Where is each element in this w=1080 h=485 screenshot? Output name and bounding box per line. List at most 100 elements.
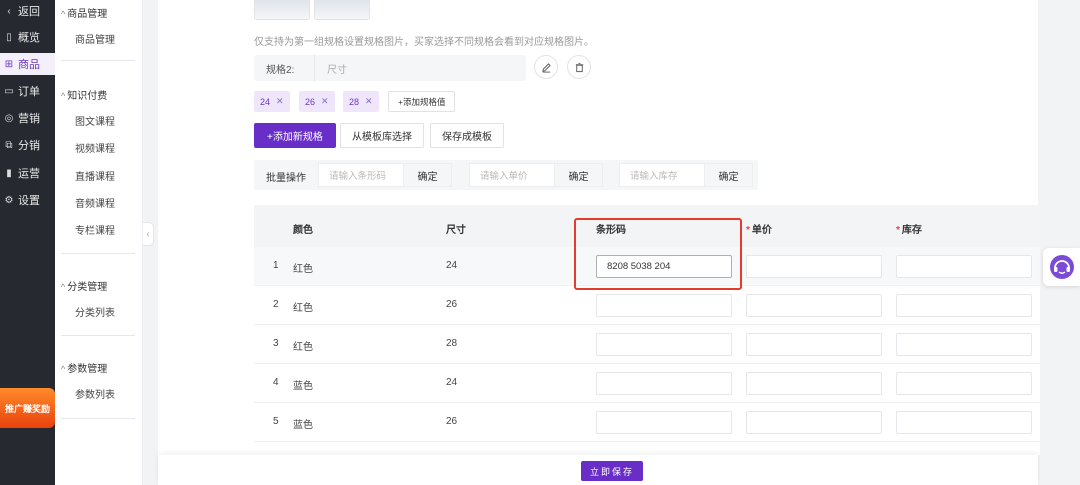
spec-image-thumbnail[interactable] [314, 0, 370, 20]
barcode-input[interactable] [596, 333, 732, 356]
batch-barcode-input[interactable]: 请输入条形码 [318, 163, 404, 187]
stock-input[interactable] [896, 255, 1032, 278]
batch-stock-confirm-button[interactable]: 确定 [705, 163, 753, 187]
price-input[interactable] [746, 255, 882, 278]
required-mark: * [746, 225, 750, 236]
nav-label: 订单 [18, 86, 40, 98]
row-index: 5 [273, 416, 279, 427]
nav-marketing[interactable]: ◎ 营销 [0, 107, 55, 129]
sub-item-text-course[interactable]: 图文课程 [75, 113, 115, 128]
barcode-highlight-box [574, 218, 742, 290]
sub-item-audio-course[interactable]: 音频课程 [75, 195, 115, 210]
batch-price-input[interactable]: 请输入单价 [469, 163, 555, 187]
group-title: 参数管理 [67, 364, 108, 375]
row-color: 蓝色 [293, 420, 313, 431]
main-nav: ‹ 返回 ▯ 概览 ⊞ 商品 ▭ 订单 ◎ 营销 ⧉ 分销 ▮ 运营 ⚙ 设置 推广赚奖励 [0, 0, 55, 485]
table-row: 4 蓝色 24 [254, 364, 1040, 403]
select-from-template-button[interactable]: 从模板库选择 [340, 123, 424, 148]
nav-label: 设置 [18, 195, 40, 207]
sub-item-video-course[interactable]: 视频课程 [75, 140, 115, 155]
delete-spec-button[interactable] [567, 55, 591, 79]
sub-item-goods-manage[interactable]: 商品管理 [75, 31, 115, 46]
row-index: 1 [273, 260, 279, 271]
sub-item-live-course[interactable]: 直播课程 [75, 168, 115, 183]
row-size: 28 [446, 338, 458, 349]
headset-icon [1049, 255, 1074, 279]
row-index: 3 [273, 338, 279, 349]
menu-group-params[interactable]: ^ 参数管理 [61, 360, 107, 375]
divider [61, 60, 135, 61]
sub-item-column-course[interactable]: 专栏课程 [75, 222, 115, 237]
sub-item-param-list[interactable]: 参数列表 [75, 386, 115, 401]
stock-input[interactable] [896, 411, 1032, 434]
spec-value-tag: 24 ✕ [254, 91, 290, 112]
close-icon[interactable]: ✕ [365, 96, 373, 107]
row-size: 24 [446, 260, 458, 271]
overview-icon: ▯ [6, 31, 12, 43]
price-input[interactable] [746, 333, 882, 356]
row-size: 24 [446, 377, 458, 388]
price-input[interactable] [746, 411, 882, 434]
save-now-button[interactable]: 立即保存 [581, 461, 643, 481]
nav-operation[interactable]: ▮ 运营 [0, 162, 55, 184]
row-color: 红色 [293, 264, 313, 275]
divider [61, 418, 135, 419]
menu-group-category[interactable]: ^ 分类管理 [61, 278, 107, 293]
spec-image-thumbnail[interactable] [254, 0, 310, 20]
barcode-input[interactable] [596, 294, 732, 317]
nav-back[interactable]: ‹ 返回 [0, 0, 55, 22]
batch-stock-input[interactable]: 请输入库存 [619, 163, 705, 187]
pencil-icon [541, 62, 551, 73]
footer-bar: 立即保存 [158, 455, 1038, 485]
price-input[interactable] [746, 294, 882, 317]
table-row: 3 红色 28 [254, 325, 1040, 364]
save-as-template-button[interactable]: 保存成模板 [430, 123, 504, 148]
nav-goods[interactable]: ⊞ 商品 [0, 53, 55, 75]
goods-icon: ⊞ [4, 58, 14, 70]
spec-name-input[interactable]: 尺寸 [314, 55, 347, 81]
row-size: 26 [446, 299, 458, 310]
row-color: 红色 [293, 303, 313, 314]
add-new-spec-button[interactable]: +添加新规格 [254, 123, 336, 148]
spec-name-row: 规格2: 尺寸 [254, 55, 526, 81]
stock-input[interactable] [896, 294, 1032, 317]
nav-distribution[interactable]: ⧉ 分销 [0, 134, 55, 156]
spec-name-label: 规格2: [266, 64, 295, 76]
table-row: 2 红色 26 [254, 286, 1040, 325]
sub-item-category-list[interactable]: 分类列表 [75, 304, 115, 319]
nav-label: 概览 [18, 32, 40, 44]
batch-label: 批量操作 [266, 173, 306, 184]
header-size: 尺寸 [446, 225, 466, 236]
edit-spec-button[interactable] [534, 55, 558, 79]
marketing-icon: ◎ [4, 112, 14, 124]
right-strip [1040, 0, 1080, 485]
menu-group-knowledge[interactable]: ^ 知识付费 [61, 87, 107, 102]
promo-banner[interactable]: 推广赚奖励 [0, 388, 55, 428]
price-input[interactable] [746, 372, 882, 395]
promo-text: 推广赚奖励 [4, 403, 50, 414]
header-price-label: 单价 [751, 225, 772, 236]
collapse-sidebar-button[interactable]: ‹ [143, 222, 154, 246]
caret-up-icon: ^ [61, 91, 66, 101]
header-stock: * 库存 [896, 221, 922, 236]
customer-service-button[interactable] [1043, 248, 1080, 286]
caret-up-icon: ^ [61, 364, 66, 374]
operation-icon: ▮ [6, 167, 12, 179]
stock-input[interactable] [896, 333, 1032, 356]
stock-input[interactable] [896, 372, 1032, 395]
barcode-input[interactable] [596, 411, 732, 434]
nav-label: 运营 [18, 168, 40, 180]
barcode-input[interactable] [596, 372, 732, 395]
close-icon[interactable]: ✕ [321, 96, 329, 107]
nav-settings[interactable]: ⚙ 设置 [0, 189, 55, 211]
nav-orders[interactable]: ▭ 订单 [0, 80, 55, 102]
tag-label: 24 [260, 96, 271, 107]
nav-overview[interactable]: ▯ 概览 [0, 26, 55, 48]
batch-barcode-confirm-button[interactable]: 确定 [404, 163, 452, 187]
batch-price-confirm-button[interactable]: 确定 [555, 163, 603, 187]
chevron-left-icon: ‹ [7, 5, 11, 17]
menu-group-goods[interactable]: ^ 商品管理 [61, 5, 107, 20]
add-spec-value-button[interactable]: +添加规格值 [388, 91, 456, 112]
close-icon[interactable]: ✕ [276, 96, 284, 107]
nav-label: 返回 [18, 6, 40, 18]
